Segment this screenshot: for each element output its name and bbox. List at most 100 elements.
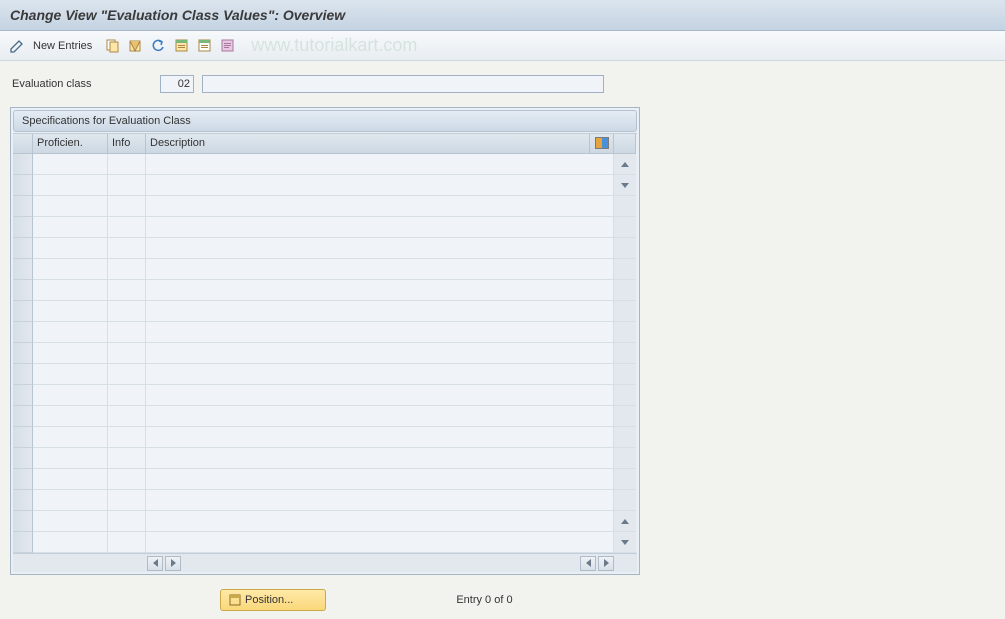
row-selector[interactable] bbox=[13, 343, 33, 364]
delete-icon[interactable] bbox=[126, 37, 144, 55]
cell-info[interactable] bbox=[108, 259, 146, 280]
evaluation-class-code-input[interactable] bbox=[160, 75, 194, 93]
column-description[interactable]: Description bbox=[146, 134, 590, 154]
cell-info[interactable] bbox=[108, 469, 146, 490]
cell-description[interactable] bbox=[146, 343, 614, 364]
vscroll-area[interactable] bbox=[614, 511, 636, 532]
table-row[interactable] bbox=[13, 448, 637, 469]
table-row[interactable] bbox=[13, 196, 637, 217]
vscroll-area[interactable] bbox=[614, 196, 636, 217]
vscroll-area[interactable] bbox=[614, 259, 636, 280]
cell-info[interactable] bbox=[108, 343, 146, 364]
table-row[interactable] bbox=[13, 217, 637, 238]
row-selector[interactable] bbox=[13, 301, 33, 322]
cell-proficiency[interactable] bbox=[33, 322, 108, 343]
row-selector[interactable] bbox=[13, 238, 33, 259]
vscroll-area[interactable] bbox=[614, 322, 636, 343]
table-row[interactable] bbox=[13, 364, 637, 385]
vscroll-area[interactable] bbox=[614, 406, 636, 427]
cell-info[interactable] bbox=[108, 196, 146, 217]
hscroll-right-end-button[interactable] bbox=[598, 556, 614, 571]
cell-proficiency[interactable] bbox=[33, 385, 108, 406]
cell-description[interactable] bbox=[146, 532, 614, 553]
row-selector[interactable] bbox=[13, 280, 33, 301]
column-proficiency[interactable]: Proficien. bbox=[33, 134, 108, 154]
vscroll-area[interactable] bbox=[614, 532, 636, 553]
cell-proficiency[interactable] bbox=[33, 532, 108, 553]
deselect-all-icon[interactable] bbox=[195, 37, 213, 55]
select-all-icon[interactable] bbox=[172, 37, 190, 55]
vscroll-area[interactable] bbox=[614, 385, 636, 406]
vscroll-area[interactable] bbox=[614, 364, 636, 385]
cell-description[interactable] bbox=[146, 364, 614, 385]
row-selector[interactable] bbox=[13, 364, 33, 385]
row-selector[interactable] bbox=[13, 490, 33, 511]
row-selector[interactable] bbox=[13, 469, 33, 490]
row-selector[interactable] bbox=[13, 511, 33, 532]
table-row[interactable] bbox=[13, 490, 637, 511]
hscroll-track[interactable] bbox=[182, 556, 579, 571]
new-entries-button[interactable]: New Entries bbox=[31, 40, 98, 52]
table-row[interactable] bbox=[13, 322, 637, 343]
cell-proficiency[interactable] bbox=[33, 490, 108, 511]
cell-proficiency[interactable] bbox=[33, 196, 108, 217]
vscroll-area[interactable] bbox=[614, 280, 636, 301]
row-selector[interactable] bbox=[13, 448, 33, 469]
table-row[interactable] bbox=[13, 427, 637, 448]
cell-proficiency[interactable] bbox=[33, 469, 108, 490]
cell-description[interactable] bbox=[146, 469, 614, 490]
cell-description[interactable] bbox=[146, 196, 614, 217]
row-selector[interactable] bbox=[13, 175, 33, 196]
print-icon[interactable] bbox=[218, 37, 236, 55]
cell-description[interactable] bbox=[146, 322, 614, 343]
cell-description[interactable] bbox=[146, 301, 614, 322]
cell-proficiency[interactable] bbox=[33, 427, 108, 448]
cell-info[interactable] bbox=[108, 532, 146, 553]
cell-proficiency[interactable] bbox=[33, 343, 108, 364]
cell-proficiency[interactable] bbox=[33, 280, 108, 301]
cell-description[interactable] bbox=[146, 154, 614, 175]
cell-description[interactable] bbox=[146, 406, 614, 427]
cell-description[interactable] bbox=[146, 385, 614, 406]
cell-proficiency[interactable] bbox=[33, 259, 108, 280]
vscroll-area[interactable] bbox=[614, 469, 636, 490]
hscroll-right-button[interactable] bbox=[165, 556, 181, 571]
vscroll-area[interactable] bbox=[614, 301, 636, 322]
vscroll-area[interactable] bbox=[614, 448, 636, 469]
cell-info[interactable] bbox=[108, 175, 146, 196]
table-row[interactable] bbox=[13, 301, 637, 322]
cell-proficiency[interactable] bbox=[33, 301, 108, 322]
cell-description[interactable] bbox=[146, 175, 614, 196]
row-selector[interactable] bbox=[13, 217, 33, 238]
vscroll-area[interactable] bbox=[614, 238, 636, 259]
cell-info[interactable] bbox=[108, 154, 146, 175]
undo-icon[interactable] bbox=[149, 37, 167, 55]
table-row[interactable] bbox=[13, 532, 637, 553]
row-selector[interactable] bbox=[13, 154, 33, 175]
cell-description[interactable] bbox=[146, 511, 614, 532]
cell-description[interactable] bbox=[146, 259, 614, 280]
table-row[interactable] bbox=[13, 469, 637, 490]
cell-info[interactable] bbox=[108, 427, 146, 448]
cell-info[interactable] bbox=[108, 406, 146, 427]
cell-info[interactable] bbox=[108, 238, 146, 259]
table-row[interactable] bbox=[13, 343, 637, 364]
cell-proficiency[interactable] bbox=[33, 364, 108, 385]
cell-info[interactable] bbox=[108, 511, 146, 532]
cell-proficiency[interactable] bbox=[33, 154, 108, 175]
cell-description[interactable] bbox=[146, 280, 614, 301]
evaluation-class-desc-input[interactable] bbox=[202, 75, 604, 93]
column-info[interactable]: Info bbox=[108, 134, 146, 154]
change-display-icon[interactable] bbox=[8, 37, 26, 55]
hscroll-left-button[interactable] bbox=[147, 556, 163, 571]
row-selector[interactable] bbox=[13, 196, 33, 217]
vscroll-area[interactable] bbox=[614, 427, 636, 448]
cell-proficiency[interactable] bbox=[33, 511, 108, 532]
row-selector[interactable] bbox=[13, 427, 33, 448]
cell-description[interactable] bbox=[146, 427, 614, 448]
cell-description[interactable] bbox=[146, 238, 614, 259]
cell-info[interactable] bbox=[108, 364, 146, 385]
column-config-button[interactable] bbox=[590, 134, 614, 154]
vscroll-area[interactable] bbox=[614, 343, 636, 364]
cell-info[interactable] bbox=[108, 322, 146, 343]
